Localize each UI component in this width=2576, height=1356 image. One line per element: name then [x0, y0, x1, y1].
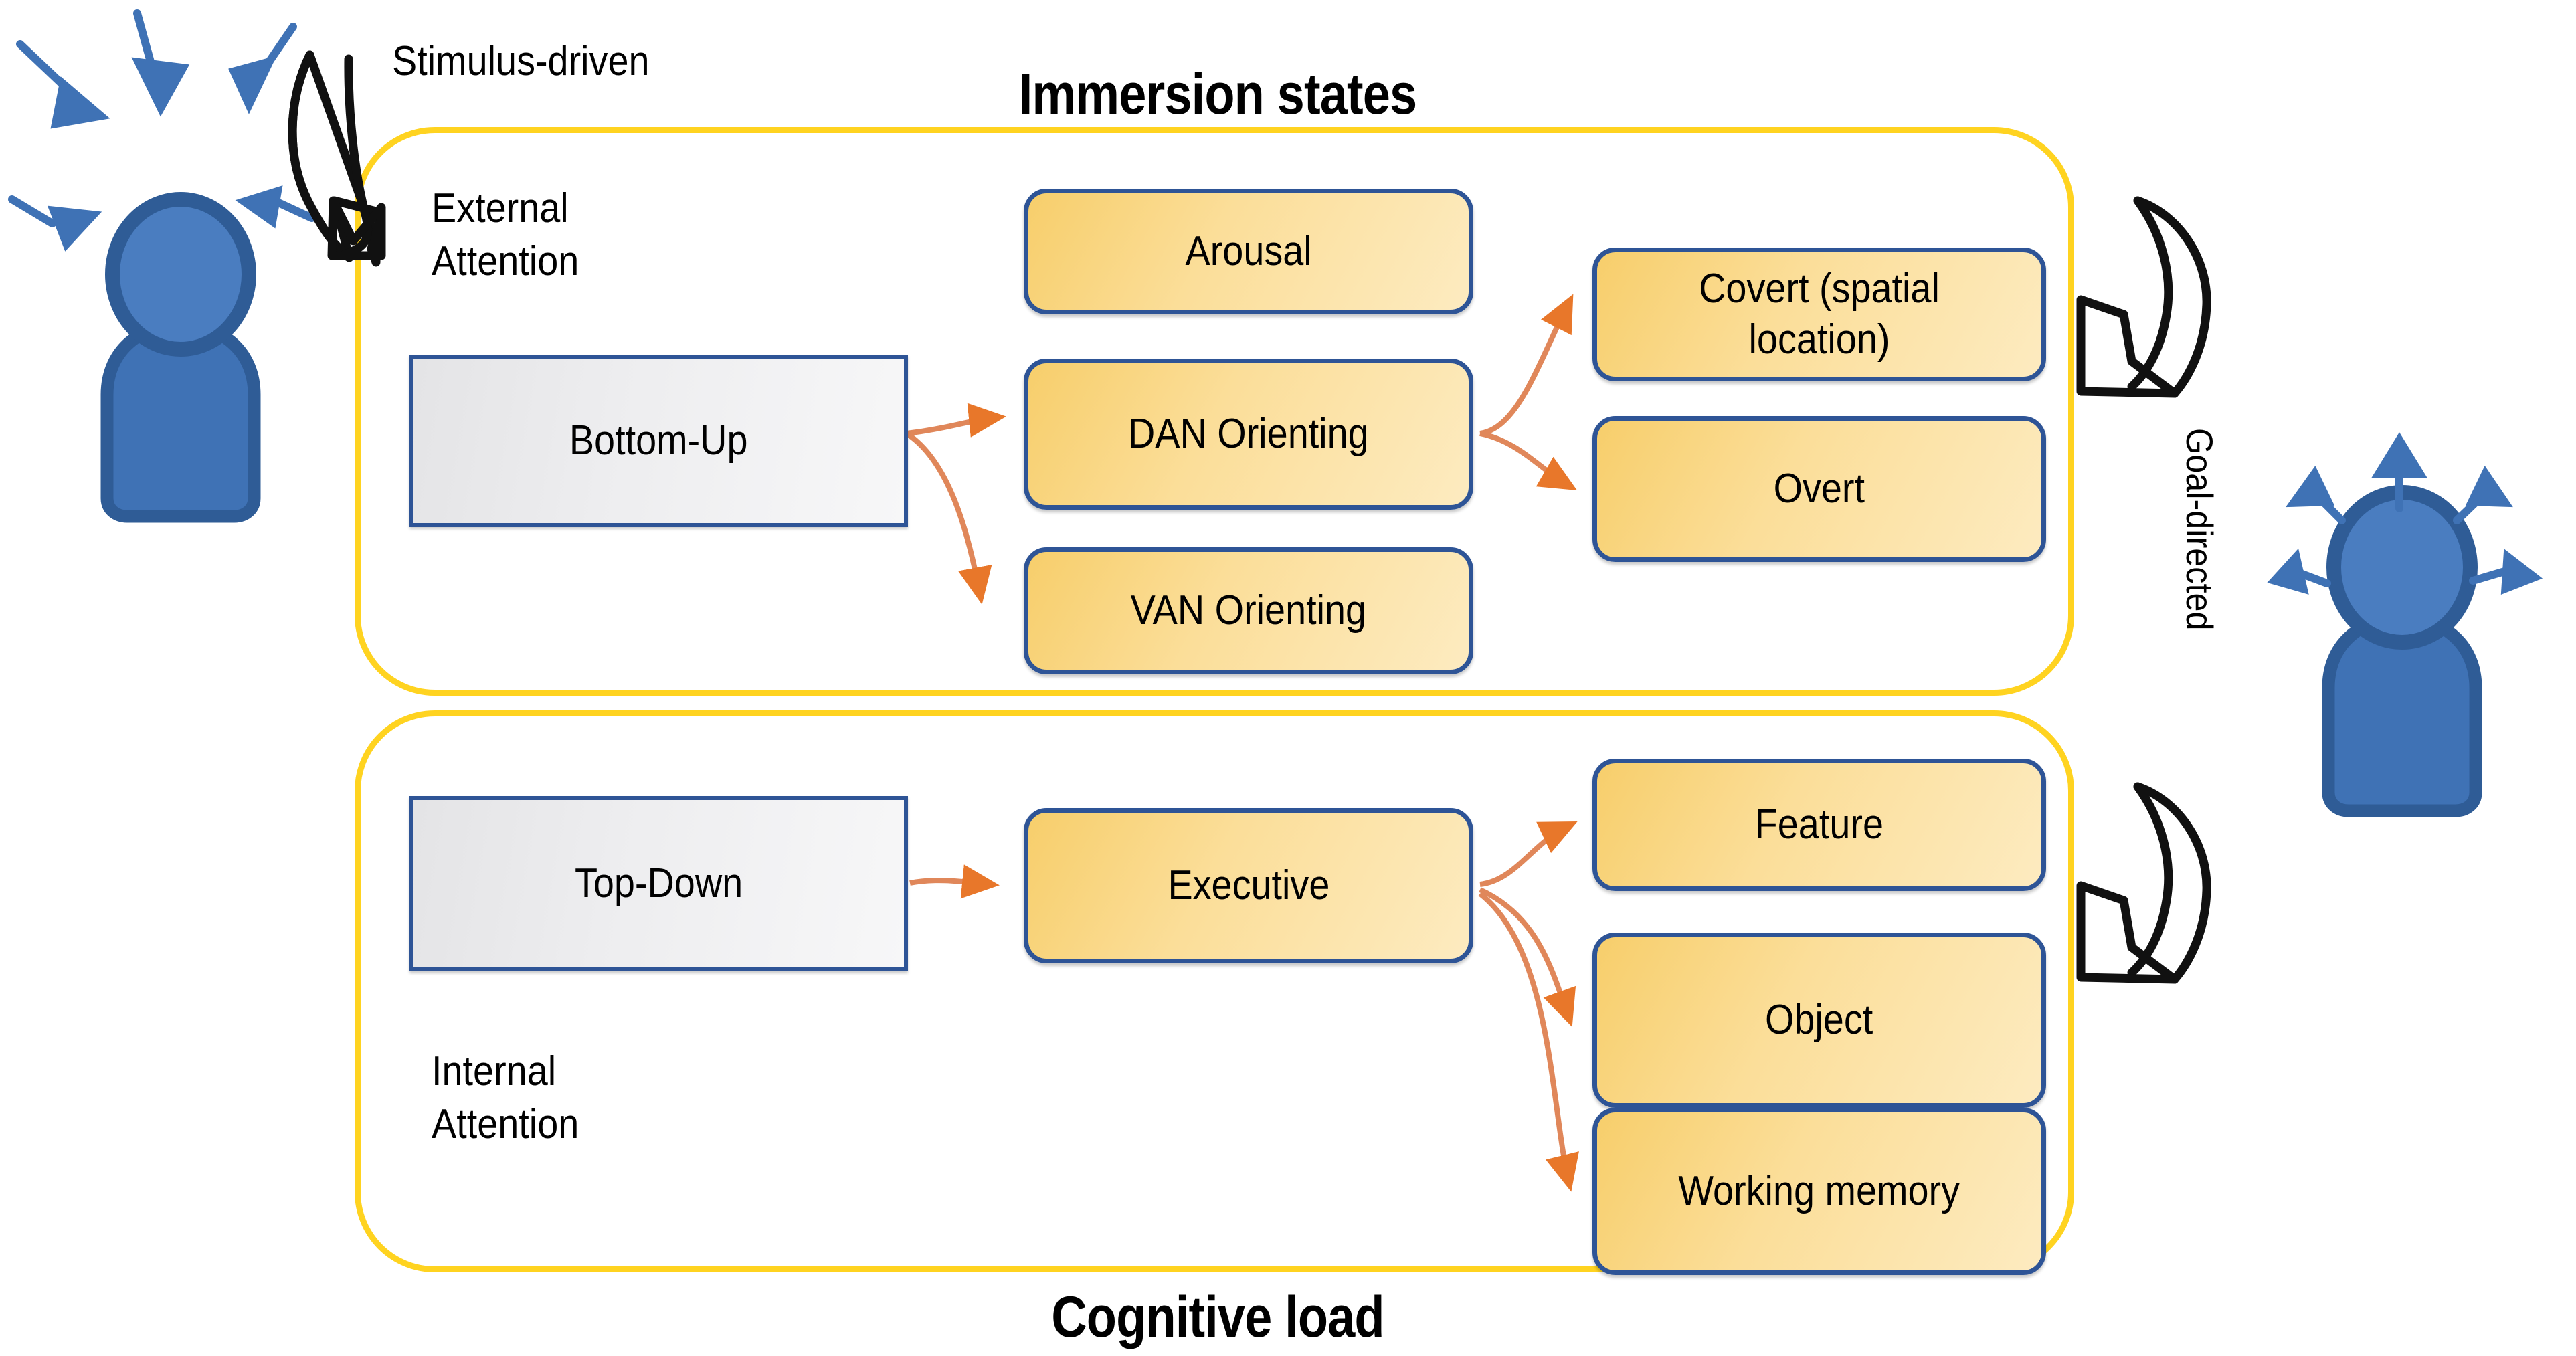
- left-person-icon: [100, 192, 261, 523]
- node-overt-label: Overt: [1773, 466, 1865, 512]
- node-object-label: Object: [1765, 997, 1873, 1044]
- node-overt[interactable]: Overt: [1592, 416, 2046, 562]
- node-executive-label: Executive: [1168, 862, 1329, 909]
- node-bottom-up-label: Bottom-Up: [569, 417, 748, 464]
- node-working-memory-label: Working memory: [1678, 1168, 1960, 1215]
- node-bottom-up[interactable]: Bottom-Up: [409, 355, 908, 527]
- node-object[interactable]: Object: [1592, 933, 2046, 1108]
- right-person-icon: [2322, 485, 2482, 817]
- goal-directed-arrow-lower-icon: [2076, 782, 2211, 984]
- node-feature-label: Feature: [1754, 801, 1884, 848]
- top-title: Immersion states: [1018, 62, 1417, 126]
- internal-attention-label: Internal Attention: [432, 1048, 579, 1148]
- goal-directed-label: Goal-directed: [2179, 428, 2221, 631]
- node-van-orienting-label: VAN Orienting: [1130, 587, 1367, 634]
- stimulus-driven-label: Stimulus-driven: [392, 38, 650, 84]
- external-attention-label: External Attention: [432, 185, 579, 285]
- node-top-down[interactable]: Top-Down: [409, 796, 908, 971]
- node-top-down-label: Top-Down: [574, 860, 743, 907]
- node-executive[interactable]: Executive: [1024, 808, 1473, 963]
- node-feature[interactable]: Feature: [1592, 759, 2046, 891]
- node-arousal-label: Arousal: [1185, 228, 1312, 275]
- node-arousal[interactable]: Arousal: [1024, 189, 1473, 314]
- diagram-canvas: Immersion states Cognitive load External…: [0, 0, 2576, 1356]
- node-van-orienting[interactable]: VAN Orienting: [1024, 547, 1473, 674]
- node-dan-orienting-label: DAN Orienting: [1128, 411, 1369, 458]
- node-dan-orienting[interactable]: DAN Orienting: [1024, 359, 1473, 510]
- left-inward-arrows: [8, 9, 316, 252]
- bottom-title: Cognitive load: [1051, 1285, 1384, 1349]
- node-working-memory[interactable]: Working memory: [1592, 1108, 2046, 1275]
- node-covert-spatial-location[interactable]: Covert (spatial location): [1592, 248, 2046, 381]
- node-covert-spatial-location-label: Covert (spatial location): [1699, 266, 1940, 363]
- right-outward-arrows: [2267, 432, 2543, 595]
- goal-directed-arrow-upper-icon: [2076, 196, 2211, 398]
